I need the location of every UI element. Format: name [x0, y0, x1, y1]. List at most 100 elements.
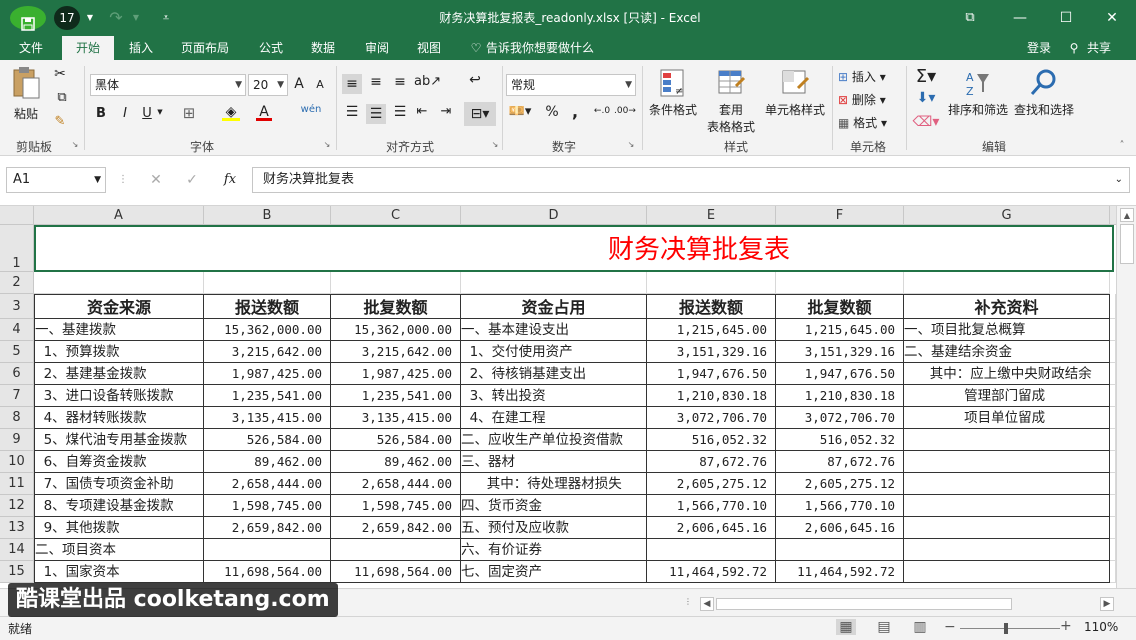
- amount-cell[interactable]: 2,606,645.16: [647, 517, 776, 539]
- amount-cell[interactable]: 2,605,275.12: [776, 473, 904, 495]
- amount-cell[interactable]: 526,584.00: [331, 429, 461, 451]
- tell-me-box[interactable]: 告诉我你想要做什么: [486, 36, 606, 60]
- row-header-13[interactable]: 13: [0, 517, 34, 539]
- amount-cell[interactable]: 1,210,830.18: [647, 385, 776, 407]
- label-cell[interactable]: 1、交付使用资产: [461, 341, 647, 363]
- amount-cell[interactable]: 1,987,425.00: [204, 363, 331, 385]
- insert-function-button[interactable]: fx: [218, 172, 242, 187]
- close-button[interactable]: ✕: [1090, 0, 1134, 36]
- label-cell[interactable]: 三、器材: [461, 451, 647, 473]
- amount-cell[interactable]: 1,235,541.00: [331, 385, 461, 407]
- amount-cell[interactable]: 89,462.00: [204, 451, 331, 473]
- zoom-level[interactable]: 110%: [1084, 620, 1118, 634]
- amount-cell[interactable]: 516,052.32: [647, 429, 776, 451]
- underline-button[interactable]: U: [140, 106, 154, 121]
- header-cell[interactable]: 报送数额: [204, 294, 331, 319]
- amount-cell[interactable]: 3,151,329.16: [647, 341, 776, 363]
- tab-formulas[interactable]: 公式: [248, 36, 294, 60]
- empty-cell[interactable]: [776, 272, 904, 294]
- formula-input[interactable]: 财务决算批复表 ⌄: [252, 167, 1130, 193]
- number-format-combo[interactable]: 常规 ▼: [506, 74, 636, 96]
- insert-cells-button[interactable]: ⊞ 插入 ▾: [838, 68, 902, 88]
- header-cell[interactable]: 补充资料: [904, 294, 1110, 319]
- align-left-icon[interactable]: ☰: [342, 104, 362, 120]
- amount-cell[interactable]: 526,584.00: [204, 429, 331, 451]
- amount-cell[interactable]: 2,658,444.00: [331, 473, 461, 495]
- collapse-ribbon-icon[interactable]: ˄: [1116, 140, 1128, 151]
- label-cell[interactable]: 6、自筹资金拨款: [34, 451, 204, 473]
- label-cell[interactable]: 一、基本建设支出: [461, 319, 647, 341]
- amount-cell[interactable]: 3,135,415.00: [331, 407, 461, 429]
- amount-cell[interactable]: 2,658,444.00: [204, 473, 331, 495]
- row-header-12[interactable]: 12: [0, 495, 34, 517]
- label-cell[interactable]: 2、基建基金拨款: [34, 363, 204, 385]
- row-header-5[interactable]: 5: [0, 341, 34, 363]
- minimize-button[interactable]: —: [998, 0, 1042, 36]
- amount-cell[interactable]: 2,659,842.00: [204, 517, 331, 539]
- align-center-icon[interactable]: ☰: [366, 104, 386, 124]
- tab-view[interactable]: 视图: [406, 36, 452, 60]
- font-color-button[interactable]: A: [256, 104, 272, 121]
- label-cell[interactable]: 其中：应上缴中央财政结余: [904, 363, 1110, 385]
- label-cell[interactable]: 二、项目资本: [34, 539, 204, 561]
- amount-cell[interactable]: 15,362,000.00: [204, 319, 331, 341]
- amount-cell[interactable]: 3,215,642.00: [204, 341, 331, 363]
- amount-cell[interactable]: 15,362,000.00: [331, 319, 461, 341]
- header-cell[interactable]: 批复数额: [331, 294, 461, 319]
- amount-cell[interactable]: 516,052.32: [776, 429, 904, 451]
- customize-quick-access-icon[interactable]: ⩡: [158, 6, 174, 30]
- label-cell[interactable]: [904, 495, 1110, 517]
- label-cell[interactable]: 五、预付及应收款: [461, 517, 647, 539]
- row-header-2[interactable]: 2: [0, 272, 34, 294]
- amount-cell[interactable]: 3,215,642.00: [331, 341, 461, 363]
- empty-cell[interactable]: [204, 272, 331, 294]
- label-cell[interactable]: [904, 561, 1110, 583]
- borders-icon[interactable]: ⊞: [180, 104, 198, 122]
- label-cell[interactable]: [904, 451, 1110, 473]
- percent-button[interactable]: %: [544, 104, 560, 120]
- amount-cell[interactable]: 3,072,706.70: [776, 407, 904, 429]
- amount-cell[interactable]: 11,464,592.72: [776, 561, 904, 583]
- format-cells-button[interactable]: ▦ 格式 ▾: [838, 114, 902, 134]
- font-launcher-icon[interactable]: ↘: [322, 140, 332, 149]
- zoom-in-icon[interactable]: +: [1060, 618, 1074, 634]
- amount-cell[interactable]: 1,987,425.00: [331, 363, 461, 385]
- row-header-9[interactable]: 9: [0, 429, 34, 451]
- name-box[interactable]: A1 ▼: [6, 167, 106, 193]
- cut-icon[interactable]: ✂: [50, 66, 70, 86]
- column-header-f[interactable]: F: [776, 206, 904, 225]
- label-cell[interactable]: 7、国债专项资金补助: [34, 473, 204, 495]
- amount-cell[interactable]: 1,598,745.00: [204, 495, 331, 517]
- label-cell[interactable]: 一、基建拨款: [34, 319, 204, 341]
- page-layout-view-icon[interactable]: ▤: [874, 619, 894, 635]
- label-cell[interactable]: 1、预算拨款: [34, 341, 204, 363]
- row-header-4[interactable]: 4: [0, 319, 34, 341]
- row-header-15[interactable]: 15: [0, 561, 34, 583]
- label-cell[interactable]: [904, 539, 1110, 561]
- redo-icon[interactable]: ↷: [104, 6, 128, 30]
- grow-font-button[interactable]: A: [292, 76, 306, 92]
- label-cell[interactable]: 5、煤代油专用基金拨款: [34, 429, 204, 451]
- horizontal-scrollbar-thumb[interactable]: [716, 598, 1012, 610]
- scroll-left-icon[interactable]: ◀: [700, 597, 714, 611]
- column-header-d[interactable]: D: [461, 206, 647, 225]
- amount-cell[interactable]: [647, 539, 776, 561]
- align-right-icon[interactable]: ☰: [390, 104, 410, 120]
- header-cell[interactable]: 资金占用: [461, 294, 647, 319]
- label-cell[interactable]: 管理部门留成: [904, 385, 1110, 407]
- font-size-combo[interactable]: 20 ▼: [248, 74, 288, 96]
- amount-cell[interactable]: 2,606,645.16: [776, 517, 904, 539]
- paste-button[interactable]: 粘贴: [8, 66, 44, 130]
- orientation-icon[interactable]: ab↗: [414, 74, 441, 89]
- row-header-6[interactable]: 6: [0, 363, 34, 385]
- delete-cells-button[interactable]: ⊠ 删除 ▾: [838, 91, 902, 111]
- empty-cell[interactable]: [331, 272, 461, 294]
- fill-color-icon[interactable]: ◈: [222, 104, 240, 121]
- bold-button[interactable]: B: [94, 106, 108, 121]
- amount-cell[interactable]: 11,464,592.72: [647, 561, 776, 583]
- label-cell[interactable]: 8、专项建设基金拨款: [34, 495, 204, 517]
- amount-cell[interactable]: 11,698,564.00: [204, 561, 331, 583]
- italic-button[interactable]: I: [118, 106, 132, 121]
- worksheet-grid[interactable]: ABCDEFG 1 2 3 4 5 6 7 8 9 10 11 12 13 14 15 财务决算批复表 资金来…: [0, 206, 1136, 588]
- decrease-decimal-icon[interactable]: .00→: [614, 106, 636, 116]
